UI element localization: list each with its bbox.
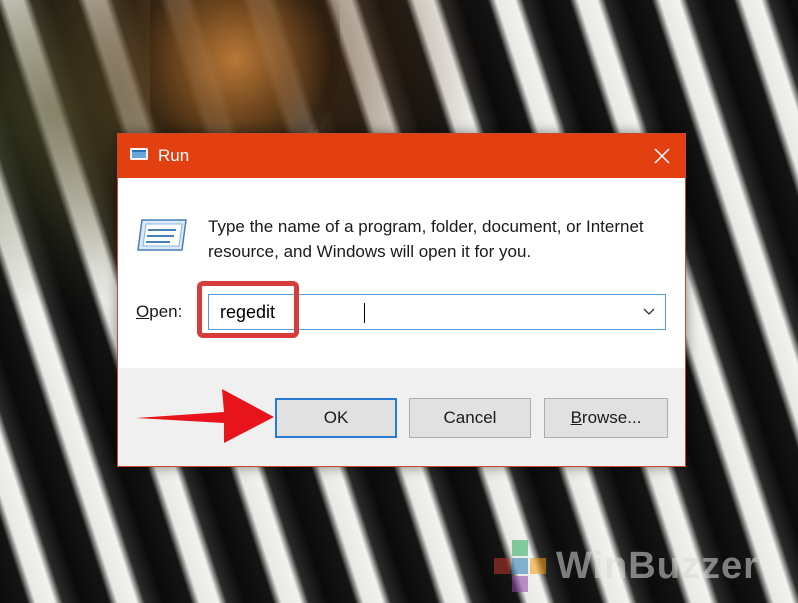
run-app-icon xyxy=(130,148,148,160)
watermark-text: WinBuzzer xyxy=(556,544,759,587)
browse-label: rowse... xyxy=(581,408,642,427)
cancel-button[interactable]: Cancel xyxy=(409,398,531,438)
ok-button[interactable]: OK xyxy=(275,398,397,438)
open-label-text: pen: xyxy=(149,302,183,321)
watermark: WinBuzzer xyxy=(494,540,759,592)
desktop-wallpaper: WinBuzzer Run Type the name of a program… xyxy=(0,0,798,603)
dialog-description: Type the name of a program, folder, docu… xyxy=(208,217,644,261)
browse-button[interactable]: Browse... xyxy=(544,398,668,438)
dialog-title: Run xyxy=(158,146,190,165)
pointer-arrow-annotation xyxy=(136,389,274,443)
dropdown-button[interactable] xyxy=(633,295,665,329)
close-button[interactable] xyxy=(639,134,685,178)
dialog-body: Type the name of a program, folder, docu… xyxy=(118,178,685,368)
text-caret xyxy=(364,303,365,323)
run-program-icon xyxy=(137,219,187,251)
title-bar[interactable]: Run xyxy=(118,134,685,178)
watermark-logo-icon xyxy=(494,540,550,592)
close-icon xyxy=(654,148,670,164)
open-label: Open: xyxy=(136,302,183,321)
browse-accelerator: B xyxy=(570,408,582,427)
chevron-down-icon xyxy=(643,308,655,315)
highlight-annotation xyxy=(197,281,299,338)
